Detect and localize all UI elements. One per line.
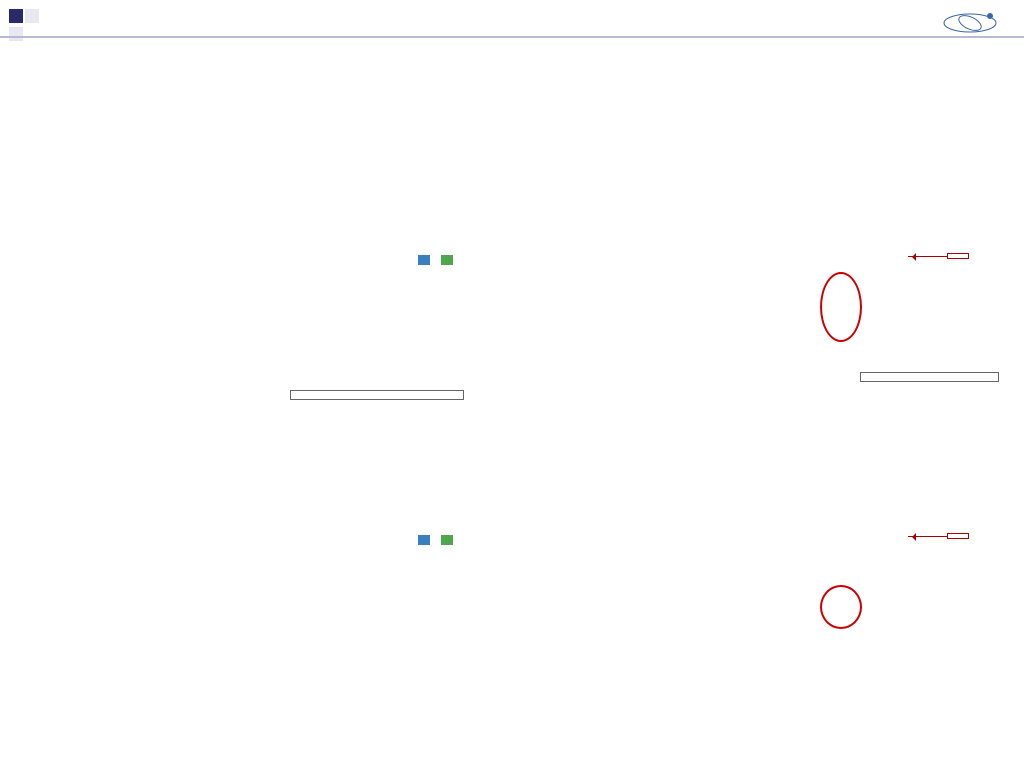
legend-swatch-sys — [441, 255, 453, 265]
legend-swatch-usr — [418, 535, 430, 545]
slide-corner-deco — [8, 8, 40, 44]
legend-swatch-sys — [441, 535, 453, 545]
legend-write — [412, 255, 455, 266]
highlight-circle-read-gpfs — [820, 585, 862, 629]
header-rule — [0, 36, 1024, 38]
highlight-circle-write-gpfs — [820, 272, 862, 342]
infn-logo-icon — [934, 8, 1006, 38]
infn-logo — [934, 8, 1006, 40]
footnote-socat-options — [290, 390, 464, 400]
legend-read — [412, 535, 455, 546]
legend-swatch-usr — [418, 255, 430, 265]
overall-conclusion — [860, 372, 999, 382]
row-label-read — [947, 533, 969, 539]
row-label-write — [947, 253, 969, 259]
